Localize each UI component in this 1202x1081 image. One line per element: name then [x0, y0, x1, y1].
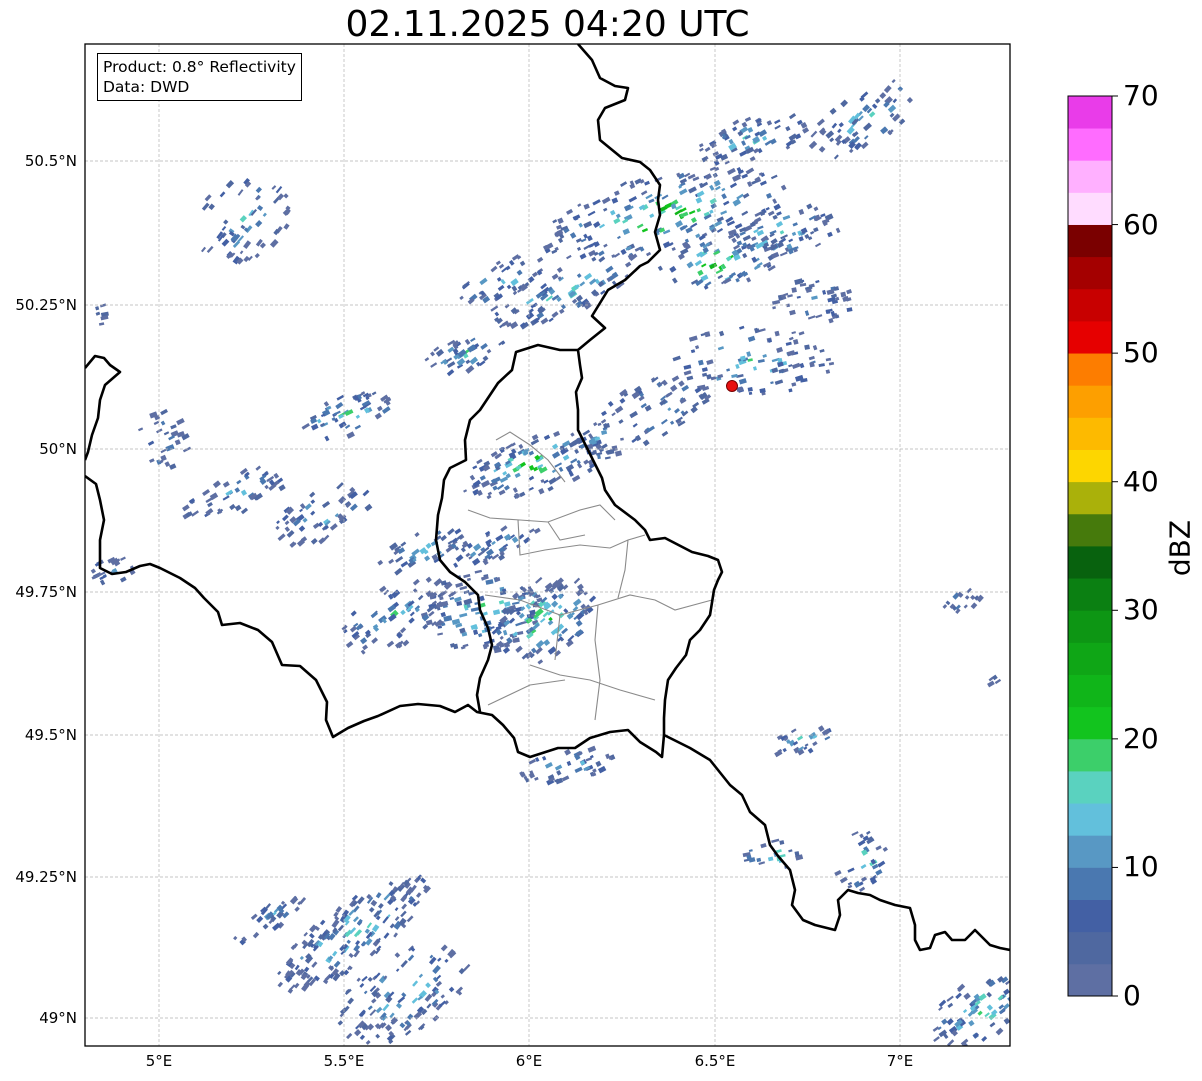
longitude-label: 5.5°E: [324, 1052, 365, 1070]
data-source-label: Data: DWD: [103, 78, 190, 96]
colorbar-tick-label: 70: [1123, 79, 1159, 112]
colorbar-segment: [1068, 353, 1112, 386]
echo-pixel: [592, 449, 597, 455]
colorbar-tick-label: 0: [1123, 979, 1141, 1012]
colorbar-segment: [1068, 642, 1112, 675]
colorbar-tick-label: 30: [1123, 593, 1159, 627]
colorbar-segment: [1068, 513, 1112, 547]
echo-pixel: [1015, 997, 1024, 1006]
colorbar-segment: [1068, 224, 1112, 258]
longitude-label: 7°E: [887, 1052, 914, 1070]
colorbar-segment: [1068, 449, 1112, 483]
colorbar-segment: [1068, 417, 1112, 450]
echo-pixel: [1016, 978, 1023, 985]
latitude-label: 49.75°N: [15, 583, 77, 601]
echo-pixel: [1022, 995, 1030, 1003]
colorbar-segment: [1068, 385, 1112, 418]
colorbar: [1067, 95, 1118, 997]
colorbar-segment: [1068, 321, 1112, 354]
echo-pixel: [1020, 989, 1027, 996]
echo-pixel: [1023, 1007, 1030, 1014]
latitude-labels: 50.5°N 50.25°N 50°N 49.75°N 49.5°N 49.25°N 49°…: [15, 152, 77, 1027]
echo-pixel: [1016, 984, 1023, 991]
colorbar-segment: [1068, 931, 1112, 965]
echo-pixel: [840, 291, 847, 298]
colorbar-segment: [1068, 803, 1112, 836]
colorbar-segment: [1068, 578, 1112, 611]
colorbar-tick-label: 10: [1123, 850, 1159, 884]
colorbar-segment: [1068, 771, 1112, 804]
latitude-label: 49°N: [39, 1009, 77, 1027]
product-info-box: Product: 0.8° Reflectivity Data: DWD: [97, 53, 302, 101]
colorbar-tick-label: 60: [1123, 207, 1159, 241]
echo-pixel: [1011, 1014, 1016, 1019]
echo-pixel: [794, 851, 800, 857]
radar-map: 5°E 5.5°E 6°E 6.5°E 7°E 50.5°N 50.25°N 50°N 49.…: [15, 43, 1118, 1070]
latitude-label: 49.25°N: [15, 868, 77, 886]
latitude-label: 50.5°N: [25, 152, 77, 170]
colorbar-segment: [1068, 867, 1112, 900]
colorbar-segment: [1068, 256, 1112, 290]
colorbar-tick-label: 50: [1123, 336, 1159, 370]
echo-pixel: [825, 309, 831, 315]
echo-pixel: [1028, 974, 1034, 980]
colorbar-segment: [1068, 674, 1112, 708]
echo-pixel: [786, 303, 791, 308]
echo-pixel: [1026, 987, 1034, 995]
colorbar-segment: [1068, 481, 1112, 515]
colorbar-segment: [1068, 192, 1112, 225]
echo-pixel: [1026, 1002, 1031, 1007]
colorbar-tick-label: 20: [1123, 721, 1159, 755]
colorbar-segment: [1068, 899, 1112, 933]
echo-pixel: [791, 287, 797, 293]
colorbar-segment: [1068, 610, 1112, 643]
colorbar-segment: [1068, 160, 1112, 193]
latitude-label: 50°N: [39, 440, 77, 458]
colorbar-segment: [1068, 963, 1112, 997]
product-label: Product: 0.8° Reflectivity: [103, 58, 296, 76]
echo-pixel: [809, 361, 815, 368]
echo-pixel: [1035, 987, 1044, 995]
echo-pixel: [1025, 977, 1030, 981]
radar-site-marker: [726, 380, 738, 392]
colorbar-segment: [1068, 738, 1112, 772]
echo-pixel: [804, 344, 810, 350]
colorbar-segment: [1068, 128, 1112, 161]
colorbar-title: dBZ: [1163, 519, 1197, 577]
latitude-label: 49.5°N: [25, 726, 77, 744]
longitude-labels: 5°E 5.5°E 6°E 6.5°E 7°E: [146, 1052, 914, 1070]
colorbar-segment: [1068, 96, 1112, 129]
longitude-label: 6°E: [516, 1052, 543, 1070]
longitude-label: 6.5°E: [695, 1052, 736, 1070]
colorbar-segment: [1068, 706, 1112, 740]
echo-pixel: [1016, 1002, 1021, 1007]
colorbar-tick-label: 40: [1123, 464, 1159, 498]
colorbar-segment: [1068, 835, 1112, 868]
echo-pixel: [1023, 999, 1027, 1003]
latitude-label: 50.25°N: [15, 296, 77, 314]
colorbar-segment: [1068, 546, 1112, 579]
colorbar-segment: [1068, 288, 1112, 322]
longitude-label: 5°E: [146, 1052, 173, 1070]
